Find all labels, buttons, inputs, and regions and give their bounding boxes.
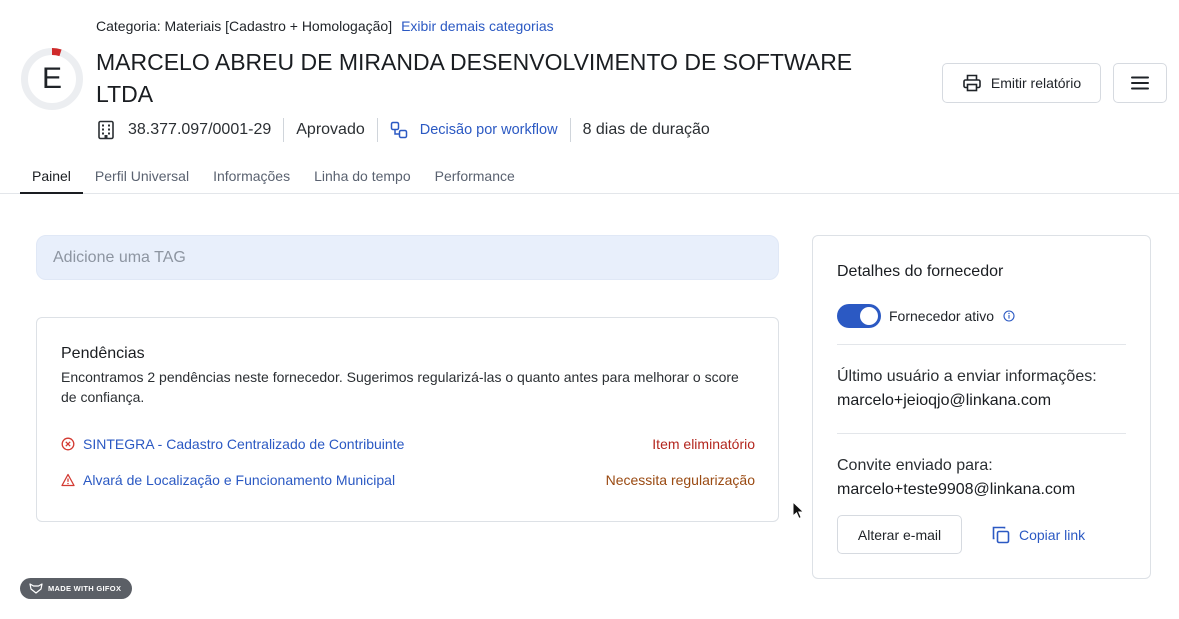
tag-input[interactable] xyxy=(36,235,779,280)
tab-performance[interactable]: Performance xyxy=(423,160,527,194)
warning-triangle-icon xyxy=(61,473,75,487)
toggle-knob xyxy=(860,307,878,325)
tab-linha-do-tempo[interactable]: Linha do tempo xyxy=(302,160,423,194)
last-user-email: marcelo+jeioqjo@linkana.com xyxy=(837,392,1052,409)
supplier-details-card: Detalhes do fornecedor Fornecedor ativo … xyxy=(812,235,1151,579)
list-item: SINTEGRA - Cadastro Centralizado de Cont… xyxy=(61,434,755,454)
divider xyxy=(283,118,285,142)
pendencias-title: Pendências xyxy=(61,345,145,362)
last-user-block: Último usuário a enviar informações: mar… xyxy=(837,365,1097,413)
pendencias-description: Encontramos 2 pendências neste fornecedo… xyxy=(61,369,739,405)
emit-report-button[interactable]: Emitir relatório xyxy=(942,63,1101,103)
pendencia-status: Item eliminatório xyxy=(652,436,755,452)
tab-bar: Painel Perfil Universal Informações Linh… xyxy=(20,160,527,194)
score-letter: E xyxy=(41,62,62,95)
divider xyxy=(837,433,1126,434)
gifox-watermark: MADE WITH GIFOX xyxy=(20,578,132,599)
last-user-label: Último usuário a enviar informações: xyxy=(837,368,1097,385)
copy-icon xyxy=(992,526,1010,544)
change-email-button[interactable]: Alterar e-mail xyxy=(837,515,962,554)
printer-icon xyxy=(963,74,981,92)
mouse-cursor-icon xyxy=(792,501,805,520)
invite-block: Convite enviado para: marcelo+teste9908@… xyxy=(837,454,1075,502)
show-categories-link[interactable]: Exibir demais categorias xyxy=(401,18,554,34)
fox-logo-icon xyxy=(29,583,43,594)
status-badge: Aprovado xyxy=(296,121,365,138)
x-circle-icon xyxy=(61,437,75,451)
pendencias-card: Pendências Encontramos 2 pendências nest… xyxy=(36,317,779,522)
active-supplier-label: Fornecedor ativo xyxy=(889,308,995,324)
tab-painel[interactable]: Painel xyxy=(20,160,83,194)
invite-label: Convite enviado para: xyxy=(837,457,993,474)
copy-link-label: Copiar link xyxy=(1019,527,1086,543)
divider xyxy=(376,118,378,142)
supplier-name: MARCELO ABREU DE MIRANDA DESENVOLVIMENTO… xyxy=(96,49,853,107)
supplier-meta: 38.377.097/0001-29 Aprovado Decisão por … xyxy=(96,117,710,143)
workflow-icon xyxy=(390,121,408,139)
pendencia-link[interactable]: SINTEGRA - Cadastro Centralizado de Cont… xyxy=(83,436,404,452)
menu-button[interactable] xyxy=(1113,63,1167,103)
hamburger-icon xyxy=(1131,76,1149,90)
supplier-score: E xyxy=(20,47,84,111)
details-title: Detalhes do fornecedor xyxy=(837,263,1004,280)
tab-perfil-universal[interactable]: Perfil Universal xyxy=(83,160,201,194)
list-item: Alvará de Localização e Funcionamento Mu… xyxy=(61,470,755,490)
duration: 8 dias de duração xyxy=(582,121,710,138)
cnpj: 38.377.097/0001-29 xyxy=(128,121,272,138)
category-text: Categoria: Materiais [Cadastro + Homolog… xyxy=(96,18,393,34)
info-icon[interactable] xyxy=(1003,310,1015,322)
pendencia-link[interactable]: Alvará de Localização e Funcionamento Mu… xyxy=(83,472,395,488)
active-supplier-row: Fornecedor ativo xyxy=(889,308,1015,324)
copy-link-button[interactable]: Copiar link xyxy=(991,525,1085,545)
workflow-decision-link[interactable]: Decisão por workflow xyxy=(420,122,558,138)
divider xyxy=(837,344,1126,345)
watermark-text: MADE WITH GIFOX xyxy=(48,584,122,593)
building-icon xyxy=(96,120,116,140)
divider xyxy=(569,118,571,142)
active-supplier-toggle[interactable] xyxy=(837,304,881,328)
invite-email: marcelo+teste9908@linkana.com xyxy=(837,481,1076,498)
pendencia-status: Necessita regularização xyxy=(605,472,755,488)
tab-informacoes[interactable]: Informações xyxy=(201,160,302,194)
category-line: Categoria: Materiais [Cadastro + Homolog… xyxy=(96,18,554,34)
emit-report-label: Emitir relatório xyxy=(990,75,1082,91)
